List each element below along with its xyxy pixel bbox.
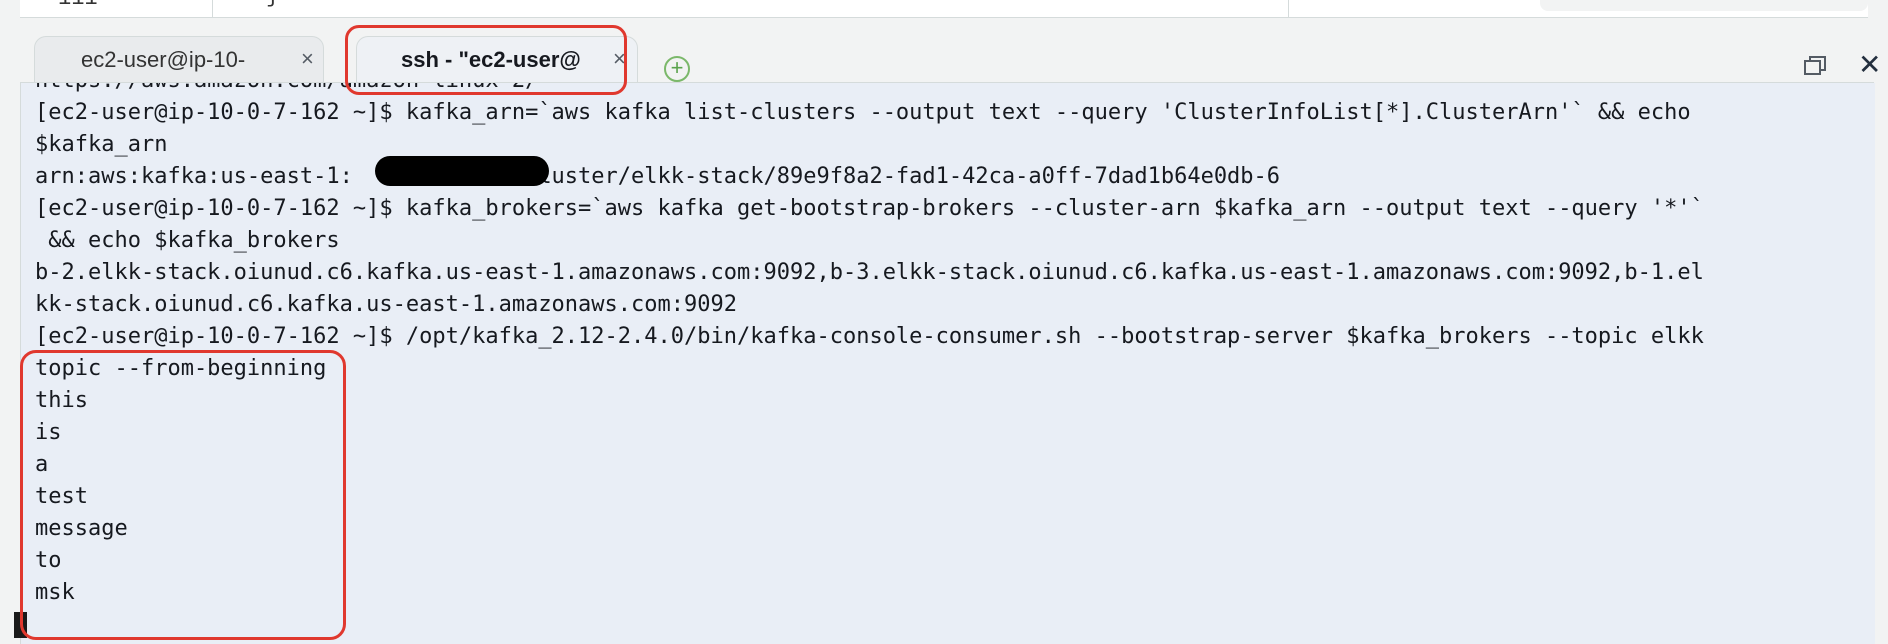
terminal-line: [ec2-user@ip-10-0-7-162 ~]$ kafka_broker…	[35, 196, 1704, 221]
terminal-cursor	[14, 612, 27, 638]
redaction-mark	[375, 156, 549, 186]
close-icon[interactable]: ×	[301, 46, 314, 72]
terminal-line: [ec2-user@ip-10-0-7-162 ~]$ /opt/kafka_2…	[35, 324, 1704, 349]
close-icon[interactable]: ×	[613, 46, 626, 72]
code-text: }	[266, 0, 279, 9]
terminal-line: this	[35, 388, 88, 413]
tab-label: ec2-user@ip-10-	[81, 47, 246, 72]
terminal-line: msk	[35, 580, 75, 605]
tab-ec2-user[interactable]: ec2-user@ip-10- ×	[34, 36, 324, 82]
terminal-line: kk-stack.oiunud.c6.kafka.us-east-1.amazo…	[35, 292, 737, 317]
editor-remnant: 111 }	[20, 0, 1868, 18]
terminal-tab-bar: ec2-user@ip-10- × ssh - "ec2-user@ × + ✕	[20, 18, 1881, 83]
terminal-line: arn:aws:kafka:us-east-1: :cluster/elkk-s…	[35, 164, 1281, 189]
terminal-output[interactable]: https://aws.amazon.com/amazon-linux-2/ […	[20, 83, 1875, 644]
terminal-line: is	[35, 420, 62, 445]
close-icon[interactable]: ✕	[1858, 48, 1881, 81]
terminal-line: https://aws.amazon.com/amazon-linux-2/	[35, 83, 538, 97]
terminal-line: test	[35, 484, 88, 509]
scrollbar[interactable]	[1540, 0, 1868, 11]
terminal-line: to	[35, 548, 62, 573]
terminal-line: a	[35, 452, 49, 477]
tab-label: ssh - "ec2-user@	[401, 47, 581, 72]
terminal-line: && echo $kafka_brokers	[35, 228, 340, 253]
restore-window-icon[interactable]	[1804, 56, 1826, 76]
terminal-line: [ec2-user@ip-10-0-7-162 ~]$ kafka_arn=`a…	[35, 100, 1691, 125]
terminal-line: b-2.elkk-stack.oiunud.c6.kafka.us-east-1…	[35, 260, 1704, 285]
terminal-line: message	[35, 516, 128, 541]
terminal-line: topic --from-beginning	[35, 356, 327, 381]
gutter-divider	[212, 0, 213, 17]
panel-divider	[1288, 0, 1289, 17]
tab-ssh-active[interactable]: ssh - "ec2-user@ ×	[356, 36, 638, 82]
terminal-line: $kafka_arn	[35, 132, 168, 157]
plus-circle-icon[interactable]: +	[664, 56, 690, 82]
line-number: 111	[58, 0, 98, 11]
